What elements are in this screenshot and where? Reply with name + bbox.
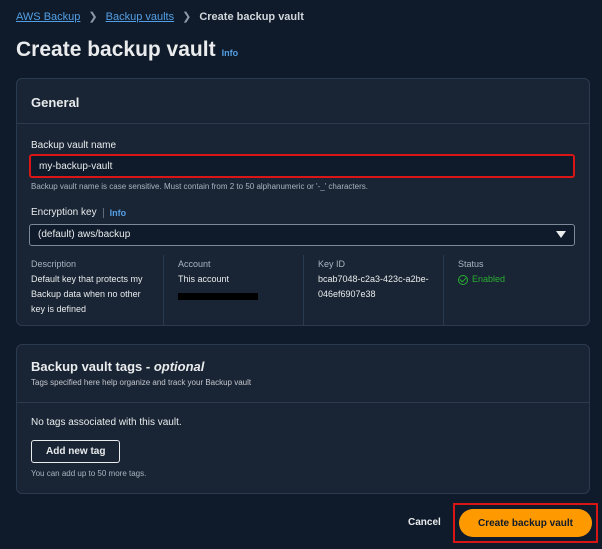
- tags-header: Backup vault tags - optional Tags specif…: [17, 345, 589, 403]
- key-status-title: Status: [458, 259, 484, 269]
- tags-body: No tags associated with this vault. Add …: [17, 403, 589, 492]
- vault-name-label: Backup vault name: [31, 140, 116, 151]
- status-badge: Enabled: [458, 272, 577, 287]
- encryption-key-label-text: Encryption key: [31, 207, 97, 218]
- check-circle-icon: [458, 274, 468, 285]
- breadcrumb-backup-vaults[interactable]: Backup vaults: [106, 11, 174, 23]
- vault-name-hint: Backup vault name is case sensitive. Mus…: [31, 182, 368, 191]
- encryption-key-label: Encryption key Info: [31, 207, 126, 218]
- general-heading: General: [31, 95, 80, 110]
- tags-heading-main: Backup vault tags -: [31, 359, 154, 374]
- redacted-account-id: [178, 293, 258, 300]
- create-button-highlight: Create backup vault: [453, 503, 598, 543]
- key-description-col: Description Default key that protects my…: [17, 255, 163, 325]
- page-info-link[interactable]: Info: [222, 48, 239, 58]
- key-account-col: Account This account: [163, 255, 303, 325]
- key-id-col: Key ID bcab7048-c2a3-423c-a2be-046ef6907…: [303, 255, 443, 325]
- tags-panel: Backup vault tags - optional Tags specif…: [16, 344, 590, 494]
- key-status-col: Status Enabled: [443, 255, 589, 325]
- general-panel: General Backup vault name Backup vault n…: [16, 78, 590, 326]
- key-account-value: This account: [178, 274, 230, 284]
- tags-heading-optional: optional: [153, 359, 205, 374]
- encryption-info-link[interactable]: Info: [110, 208, 127, 218]
- encryption-key-selected: (default) aws/backup: [38, 229, 131, 240]
- general-header: General: [17, 79, 589, 124]
- caret-down-icon: [556, 231, 566, 238]
- chevron-right-icon: ❯: [182, 11, 192, 23]
- key-description-title: Description: [31, 259, 77, 269]
- key-id-value: bcab7048-c2a3-423c-a2be-046ef6907e38: [318, 274, 429, 299]
- create-backup-vault-button[interactable]: Create backup vault: [459, 509, 592, 537]
- label-divider: [102, 207, 104, 218]
- key-details: Description Default key that protects my…: [17, 255, 589, 325]
- page-title-text: Create backup vault: [16, 38, 216, 61]
- tags-heading: Backup vault tags - optional: [31, 359, 575, 374]
- encryption-key-select[interactable]: (default) aws/backup: [29, 224, 575, 246]
- key-account-title: Account: [178, 259, 211, 269]
- tags-description: Tags specified here help organize and tr…: [31, 378, 252, 387]
- breadcrumb-current: Create backup vault: [199, 10, 304, 23]
- breadcrumb: AWS Backup ❯ Backup vaults ❯ Create back…: [16, 10, 304, 24]
- tags-hint: You can add up to 50 more tags.: [31, 469, 147, 478]
- status-value: Enabled: [472, 274, 506, 284]
- cancel-button[interactable]: Cancel: [408, 517, 441, 528]
- vault-name-label-text: Backup vault name: [31, 140, 117, 151]
- page-title: Create backup vault Info: [16, 38, 238, 62]
- breadcrumb-aws-backup[interactable]: AWS Backup: [16, 11, 80, 23]
- vault-name-input[interactable]: [29, 154, 575, 178]
- chevron-right-icon: ❯: [88, 11, 98, 23]
- tags-empty-text: No tags associated with this vault.: [31, 417, 182, 428]
- key-id-title: Key ID: [318, 259, 346, 269]
- key-description-value: Default key that protects my Backup data…: [31, 274, 143, 314]
- add-new-tag-button[interactable]: Add new tag: [31, 440, 121, 463]
